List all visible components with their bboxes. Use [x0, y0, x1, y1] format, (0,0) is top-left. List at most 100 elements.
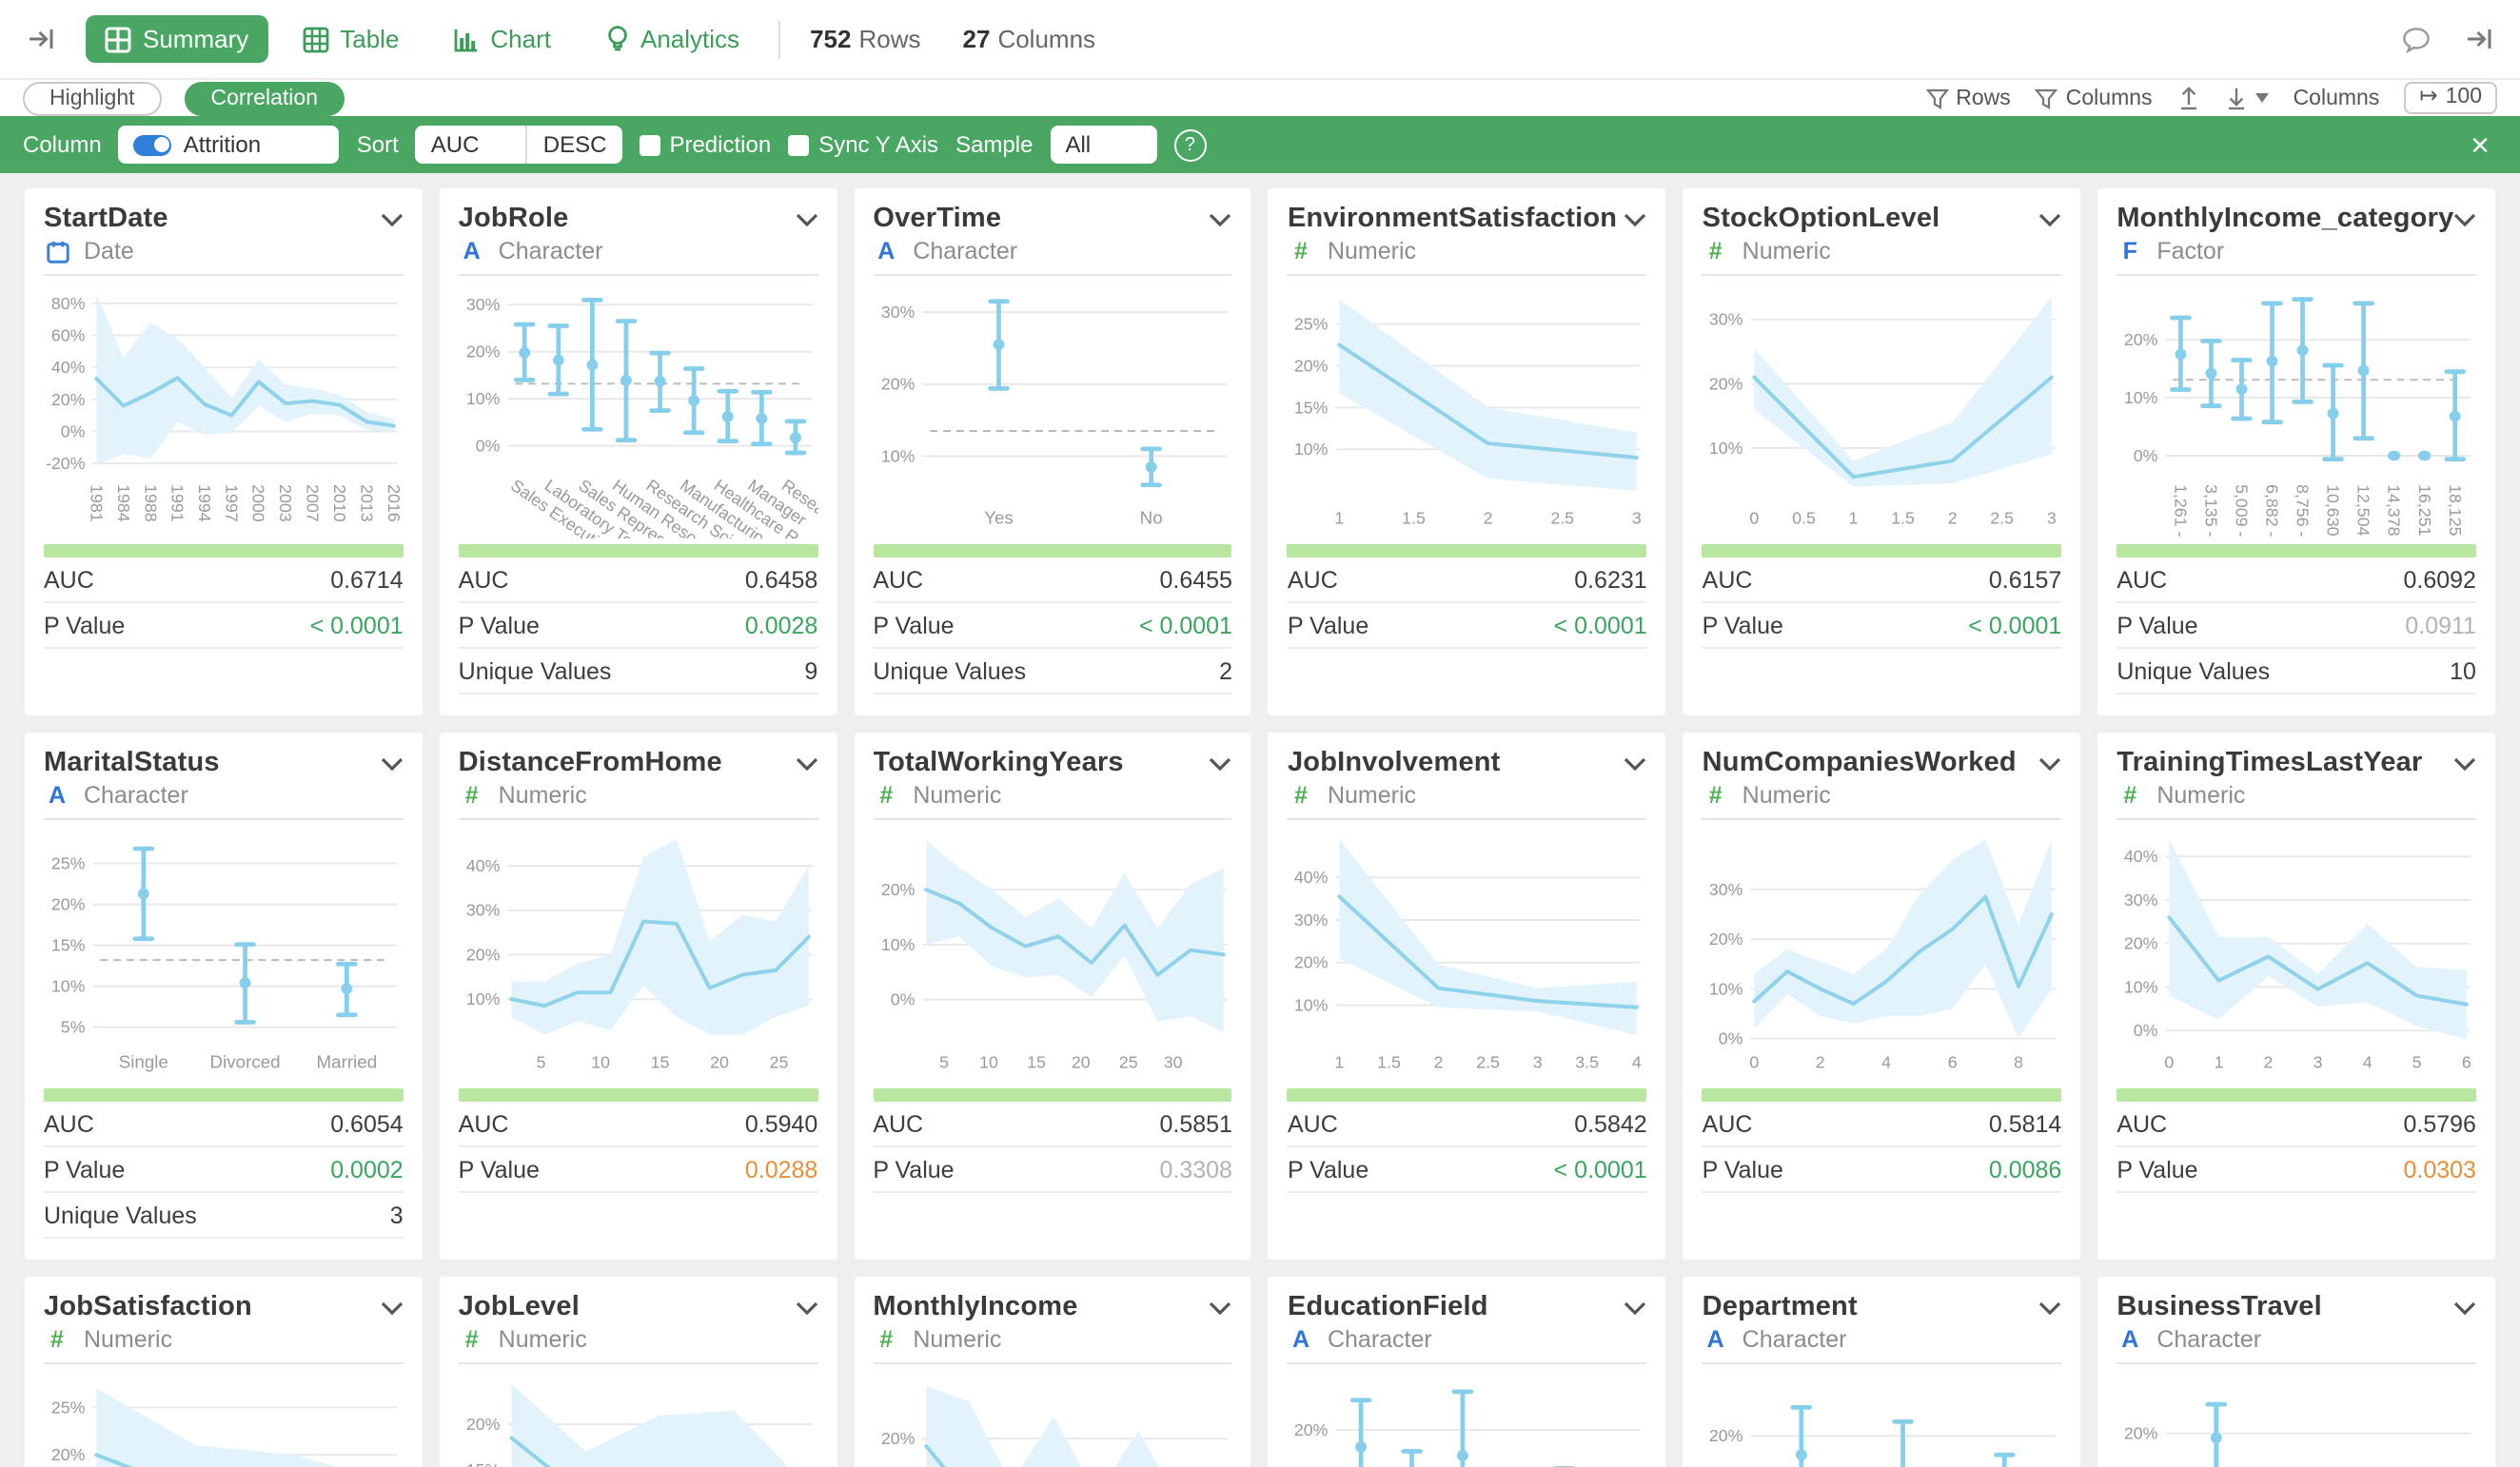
card-header: TrainingTimesLastYear # Numeric — [2116, 748, 2476, 820]
chevron-down-icon[interactable] — [795, 1301, 817, 1315]
comment-bubble-icon[interactable] — [2398, 22, 2434, 56]
stat-label: AUC — [1288, 1110, 1338, 1137]
upload-icon[interactable] — [2177, 86, 2200, 110]
sort-by-select[interactable]: AUC — [416, 126, 526, 164]
svg-text:8,756 - 10,629: 8,756 - 10,629 — [2294, 484, 2313, 538]
chevron-down-icon[interactable] — [2038, 213, 2061, 226]
column-type: # Numeric — [873, 782, 1232, 820]
stat-label: AUC — [1288, 566, 1338, 593]
chart: 20% — [2116, 1368, 2476, 1467]
column-toggle[interactable] — [134, 134, 172, 155]
card-title: EnvironmentSatisfaction — [1288, 204, 1647, 234]
help-icon[interactable]: ? — [1173, 128, 1206, 161]
stat-row: AUC0.6714 — [44, 557, 404, 603]
svg-text:16,251 - 18,124: 16,251 - 18,124 — [2415, 484, 2434, 538]
summary-grid-icon — [105, 26, 131, 52]
svg-text:10%: 10% — [1295, 440, 1329, 459]
chevron-down-icon[interactable] — [1210, 1301, 1232, 1315]
chevron-down-icon[interactable] — [2453, 213, 2476, 226]
numeric-type-icon: # — [1703, 238, 1729, 264]
stats: AUC0.5842P Value< 0.0001 — [1288, 1102, 1647, 1193]
chevron-down-icon[interactable] — [2038, 757, 2061, 771]
highlight-button[interactable]: Highlight — [23, 81, 162, 115]
collapse-right-panel-icon[interactable] — [2461, 21, 2497, 57]
stat-row: AUC0.5814 — [1703, 1102, 2062, 1147]
correlation-button[interactable]: Correlation — [185, 81, 345, 115]
stat-label: AUC — [1703, 566, 1753, 593]
card-title: JobSatisfaction — [44, 1292, 404, 1322]
rows-count: 752Rows — [810, 25, 920, 53]
filter-rows-button[interactable]: Rows — [1925, 87, 2011, 109]
svg-text:25: 25 — [1118, 1053, 1137, 1072]
numeric-type-icon: # — [459, 1326, 485, 1353]
chevron-down-icon[interactable] — [2453, 1301, 2476, 1315]
svg-text:1981: 1981 — [87, 484, 106, 522]
sample-select[interactable]: All — [1050, 126, 1156, 164]
chevron-down-icon[interactable] — [381, 213, 404, 226]
column-label: Column — [23, 131, 102, 158]
card-header: DistanceFromHome # Numeric — [459, 748, 818, 820]
svg-text:0%: 0% — [1719, 1029, 1743, 1048]
prediction-checkbox[interactable] — [639, 134, 660, 155]
chevron-down-icon[interactable] — [2453, 757, 2476, 771]
svg-text:1,261 - 3,134: 1,261 - 3,134 — [2172, 484, 2191, 538]
card-title: MonthlyIncome_category — [2116, 204, 2476, 234]
collapse-left-panel-icon[interactable] — [23, 21, 59, 57]
svg-text:0.5: 0.5 — [1793, 509, 1817, 528]
sync-y-axis-checkbox[interactable] — [788, 134, 809, 155]
chevron-down-icon[interactable] — [381, 1301, 404, 1315]
chevron-down-icon[interactable] — [2038, 1301, 2061, 1315]
svg-text:10%: 10% — [466, 989, 501, 1008]
chevron-down-icon[interactable] — [1624, 757, 1647, 771]
stat-value: 0.6455 — [1160, 566, 1232, 593]
stat-value: 0.0303 — [2404, 1156, 2476, 1183]
filter-columns-button[interactable]: Columns — [2036, 87, 2153, 109]
chevron-down-icon[interactable] — [1624, 1301, 1647, 1315]
chevron-down-icon[interactable] — [381, 757, 404, 771]
chevron-down-icon[interactable] — [1624, 213, 1647, 226]
tab-analytics[interactable]: Analytics — [585, 15, 758, 63]
stat-row: P Value 0.0303 — [2116, 1147, 2476, 1193]
svg-text:Yes: Yes — [983, 508, 1013, 528]
stat-row: P Value0.0911 — [2116, 603, 2476, 649]
svg-text:4: 4 — [2363, 1053, 2372, 1072]
sort-dir-select[interactable]: DESC — [526, 126, 622, 164]
stat-value: 9 — [804, 657, 817, 684]
download-menu-icon[interactable] — [2225, 86, 2269, 110]
svg-text:5: 5 — [536, 1053, 545, 1072]
chevron-down-icon[interactable] — [795, 757, 817, 771]
stat-label: P Value — [2116, 1156, 2197, 1183]
tab-chart[interactable]: Chart — [433, 15, 570, 63]
column-type: # Numeric — [1288, 782, 1647, 820]
chevron-down-icon[interactable] — [1210, 757, 1232, 771]
svg-text:2: 2 — [1485, 509, 1494, 528]
stat-row: Unique Values10 — [2116, 649, 2476, 694]
svg-text:1.5: 1.5 — [1378, 1053, 1402, 1072]
chevron-down-icon[interactable] — [795, 213, 817, 226]
chart: 40%30%20%10%0%0123456 — [2116, 824, 2476, 1083]
columns-limit-button[interactable]: ↦ 100 — [2404, 82, 2497, 114]
svg-text:20%: 20% — [880, 880, 915, 899]
chevron-down-icon[interactable] — [1210, 213, 1232, 226]
svg-text:20%: 20% — [2124, 330, 2158, 349]
svg-text:15%: 15% — [1295, 398, 1329, 417]
character-type-icon: A — [2116, 1326, 2143, 1353]
tab-table[interactable]: Table — [283, 15, 418, 63]
svg-text:2010: 2010 — [330, 484, 349, 522]
column-type: # Numeric — [1288, 238, 1647, 276]
tab-summary[interactable]: Summary — [86, 15, 267, 63]
stat-label: AUC — [873, 1110, 923, 1137]
columns-limit-label: Columns — [2294, 87, 2380, 109]
stat-label: AUC — [2116, 566, 2167, 593]
svg-text:6: 6 — [2462, 1053, 2471, 1072]
stat-label: Unique Values — [44, 1202, 197, 1228]
svg-text:10%: 10% — [466, 389, 501, 408]
svg-text:15: 15 — [1026, 1053, 1045, 1072]
type-label: Numeric — [913, 1326, 1001, 1353]
close-icon[interactable]: × — [2463, 128, 2497, 161]
svg-text:10%: 10% — [51, 977, 86, 996]
svg-text:Single: Single — [119, 1052, 168, 1072]
svg-text:2: 2 — [1434, 1053, 1444, 1072]
target-column-field[interactable]: Attrition — [119, 126, 340, 164]
stat-value: 0.0028 — [745, 612, 817, 638]
